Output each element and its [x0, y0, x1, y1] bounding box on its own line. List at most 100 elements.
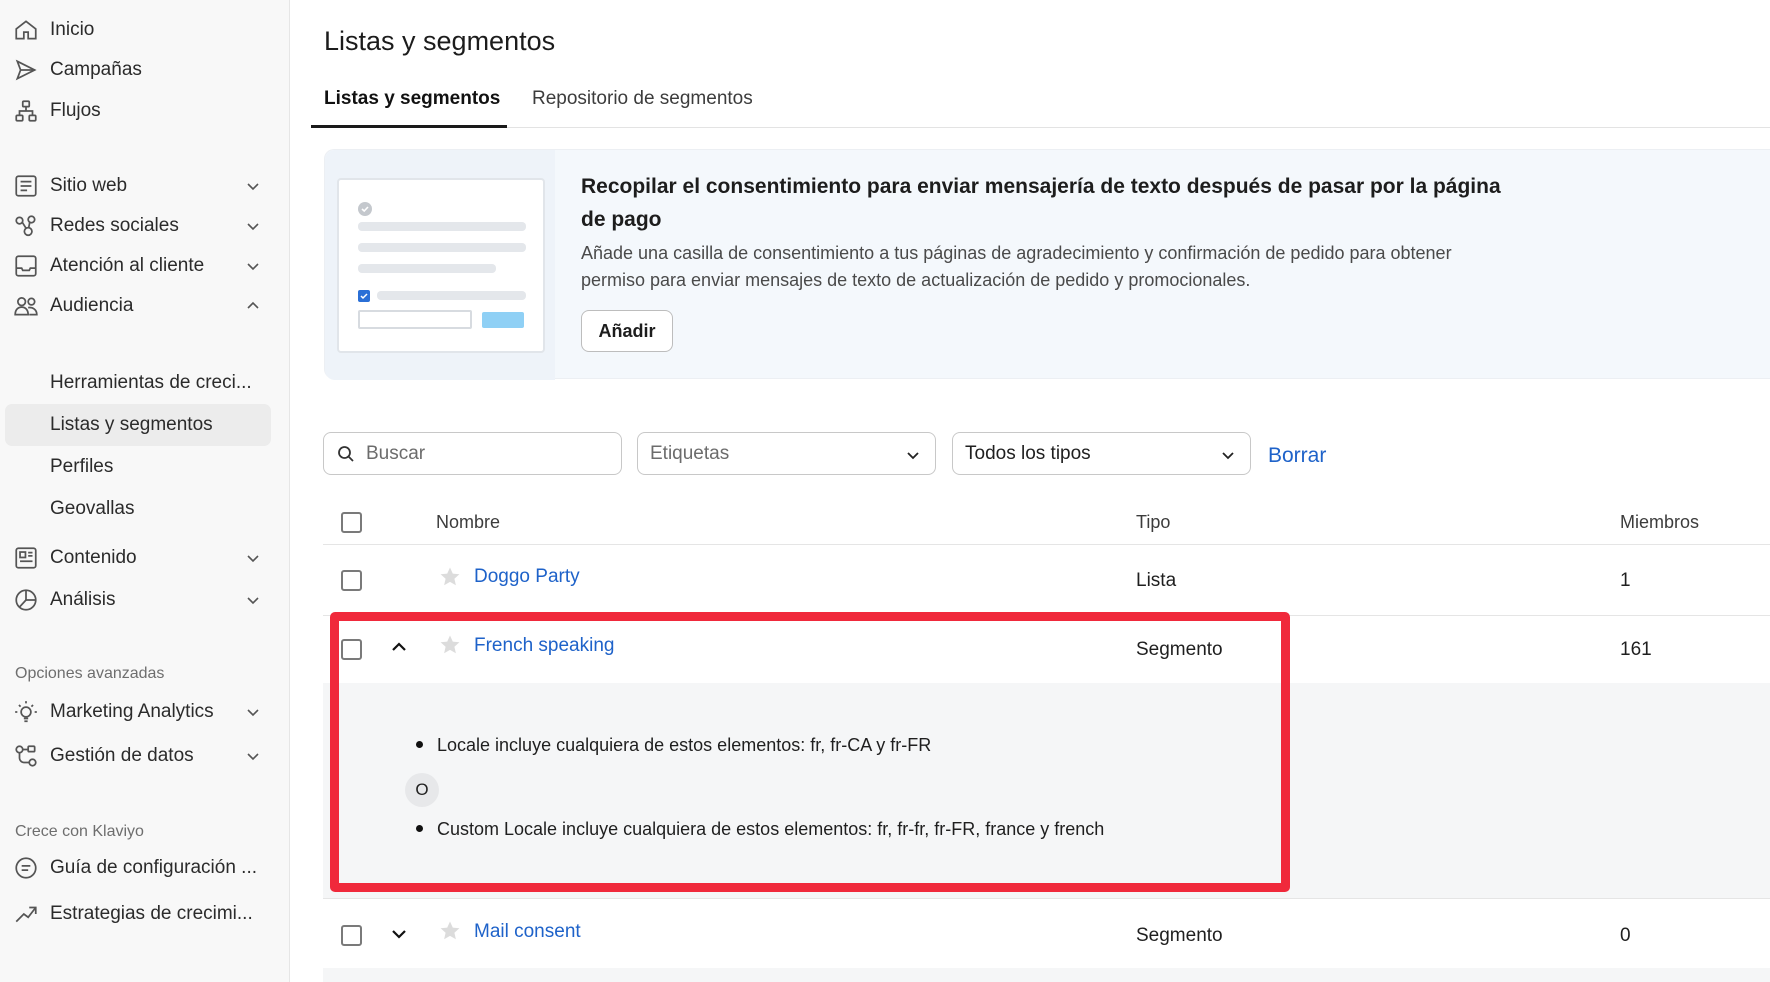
- bulb-icon: [13, 699, 39, 725]
- tab-repositorio-segmentos[interactable]: Repositorio de segmentos: [532, 88, 753, 110]
- section-title-advanced: Opciones avanzadas: [15, 665, 165, 682]
- sidebar-item-audiencia[interactable]: Audiencia: [0, 284, 290, 328]
- sidebar-item-guia-configuracion[interactable]: Guía de configuración ...: [0, 846, 290, 890]
- data-icon: [13, 743, 39, 769]
- column-header-miembros[interactable]: Miembros: [1620, 512, 1699, 533]
- search-field[interactable]: [323, 432, 622, 475]
- sidebar-subitem-listas-segmentos[interactable]: Listas y segmentos: [5, 404, 271, 446]
- trend-icon: [13, 901, 39, 927]
- chevron-down-icon[interactable]: [243, 216, 263, 236]
- sidebar-item-label: Audiencia: [50, 295, 134, 316]
- segment-name-link[interactable]: Doggo Party: [474, 566, 580, 588]
- sidebar-item-label: Estrategias de crecimi...: [50, 903, 253, 924]
- sidebar-item-atencion-cliente[interactable]: Atención al cliente: [0, 244, 290, 288]
- sidebar-item-marketing-analytics[interactable]: Marketing Analytics: [0, 690, 290, 734]
- sidebar-item-label: Atención al cliente: [50, 255, 205, 276]
- banner-description: Añade una casilla de consentimiento a tu…: [581, 243, 1452, 290]
- sidebar-item-label: Flujos: [50, 100, 101, 121]
- type-select-value: Todos los tipos: [965, 443, 1091, 464]
- page-title: Listas y segmentos: [324, 26, 556, 56]
- row-type: Lista: [1136, 570, 1177, 591]
- chevron-down-icon[interactable]: [243, 746, 263, 766]
- type-select[interactable]: Todos los tipos: [952, 432, 1251, 475]
- tabs-divider: [311, 127, 1770, 128]
- tags-select-placeholder: Etiquetas: [650, 443, 730, 464]
- sidebar: Inicio Campañas Flujos Sitio web Redes s…: [0, 0, 290, 982]
- star-icon[interactable]: [438, 565, 462, 589]
- sidebar-item-label: Contenido: [50, 547, 137, 568]
- active-tab-indicator: [311, 125, 507, 128]
- search-input[interactable]: [366, 441, 606, 467]
- chevron-down-icon: [907, 452, 919, 460]
- sidebar-subitem-label: Geovallas: [50, 498, 135, 519]
- row-checkbox[interactable]: [341, 570, 362, 591]
- sidebar-subitem-label: Herramientas de creci...: [50, 372, 252, 393]
- sidebar-item-estrategias[interactable]: Estrategias de crecimi...: [0, 892, 290, 936]
- banner-title: Recopilar el consentimiento para enviar …: [581, 175, 1501, 231]
- sidebar-item-label: Sitio web: [50, 175, 128, 196]
- sidebar-item-label: Guía de configuración ...: [50, 857, 258, 878]
- row-members: 0: [1620, 925, 1631, 946]
- chevron-down-icon: [1222, 452, 1234, 460]
- column-header-nombre[interactable]: Nombre: [436, 512, 500, 533]
- banner-illustration: [325, 150, 555, 380]
- social-icon: [13, 213, 39, 239]
- star-icon[interactable]: [438, 919, 462, 943]
- next-row-edge: [323, 968, 1770, 982]
- sidebar-item-analisis[interactable]: Análisis: [0, 578, 290, 622]
- segment-name-link[interactable]: Mail consent: [474, 921, 581, 943]
- sidebar-subitem-label: Perfiles: [50, 456, 114, 477]
- sidebar-item-label: Inicio: [50, 19, 95, 40]
- row-members: 1: [1620, 570, 1631, 591]
- sidebar-item-label: Redes sociales: [50, 215, 179, 236]
- row-members: 161: [1620, 639, 1652, 660]
- sidebar-item-contenido[interactable]: Contenido: [0, 536, 290, 580]
- send-icon: [13, 57, 39, 83]
- audience-icon: [13, 293, 39, 319]
- sidebar-subitem-perfiles[interactable]: Perfiles: [5, 446, 271, 488]
- chevron-down-icon[interactable]: [388, 923, 410, 945]
- row-checkbox[interactable]: [341, 925, 362, 946]
- sidebar-item-redes-sociales[interactable]: Redes sociales: [0, 204, 290, 248]
- content-icon: [13, 545, 39, 571]
- website-icon: [13, 173, 39, 199]
- row-type: Segmento: [1136, 925, 1223, 946]
- sidebar-subitem-geovallas[interactable]: Geovallas: [5, 488, 271, 530]
- column-header-tipo[interactable]: Tipo: [1136, 512, 1170, 533]
- section-title-grow: Crece con Klaviyo: [15, 823, 144, 840]
- add-button[interactable]: Añadir: [581, 310, 673, 352]
- sidebar-item-flujos[interactable]: Flujos: [0, 89, 290, 133]
- sidebar-item-campanas[interactable]: Campañas: [0, 48, 290, 92]
- sidebar-item-sitio-web[interactable]: Sitio web: [0, 164, 290, 208]
- select-all-checkbox[interactable]: [341, 512, 362, 533]
- row-divider: [323, 898, 1770, 899]
- clear-filters-link[interactable]: Borrar: [1268, 444, 1326, 468]
- search-icon: [338, 446, 354, 462]
- sidebar-subitem-label: Listas y segmentos: [50, 414, 213, 435]
- tags-select[interactable]: Etiquetas: [637, 432, 936, 475]
- chevron-up-icon[interactable]: [243, 296, 263, 316]
- chevron-down-icon[interactable]: [243, 256, 263, 276]
- form-illustration: [337, 178, 545, 353]
- checkbox-checked-icon: [358, 290, 370, 302]
- chevron-down-icon[interactable]: [243, 702, 263, 722]
- sidebar-item-label: Marketing Analytics: [50, 701, 214, 722]
- guide-icon: [13, 855, 39, 881]
- inbox-icon: [13, 253, 39, 279]
- chevron-down-icon[interactable]: [243, 176, 263, 196]
- home-icon: [13, 17, 39, 43]
- sidebar-item-label: Campañas: [50, 59, 142, 80]
- flow-icon: [13, 98, 39, 124]
- sidebar-item-inicio[interactable]: Inicio: [0, 8, 290, 52]
- sidebar-item-label: Gestión de datos: [50, 745, 194, 766]
- sidebar-item-gestion-datos[interactable]: Gestión de datos: [0, 734, 290, 778]
- table-header: [323, 510, 1770, 545]
- highlight-box: [330, 612, 1290, 892]
- sidebar-item-label: Análisis: [50, 589, 116, 610]
- sidebar-subitem-herramientas[interactable]: Herramientas de creci...: [5, 362, 271, 404]
- chevron-down-icon[interactable]: [243, 548, 263, 568]
- chevron-down-icon[interactable]: [243, 590, 263, 610]
- tab-listas-segmentos[interactable]: Listas y segmentos: [324, 88, 500, 110]
- analytics-icon: [13, 587, 39, 613]
- consent-banner: Recopilar el consentimiento para enviar …: [324, 149, 1770, 380]
